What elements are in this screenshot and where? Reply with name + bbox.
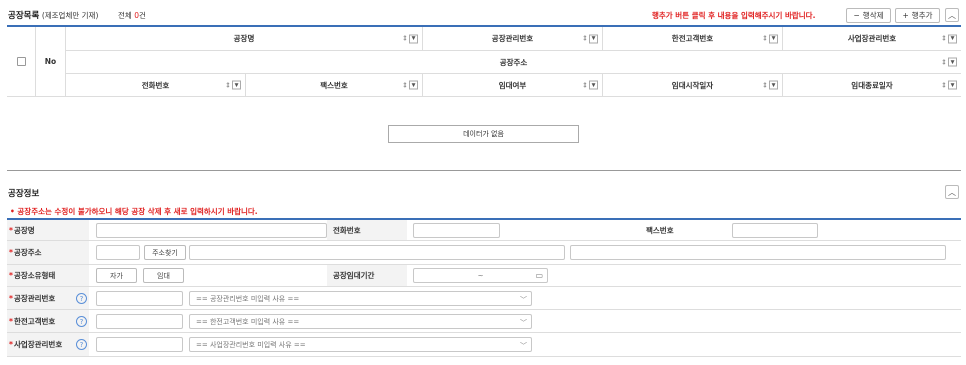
collapse-list-button[interactable]: ︿ <box>945 8 959 22</box>
column-header-fax[interactable]: 팩스번호 ⇕ ▼ <box>245 74 422 97</box>
column-header-phone[interactable]: 전화번호 ⇕ ▼ <box>65 74 245 97</box>
factory-name-input[interactable] <box>96 223 327 238</box>
factory-name-label: * 공장명 <box>7 220 89 240</box>
column-header-no: No <box>35 27 65 97</box>
sort-icon[interactable]: ⇕ ▼ <box>582 34 598 43</box>
chevron-down-icon: ﹀ <box>520 319 527 327</box>
phone-label: 전화번호 <box>327 220 407 240</box>
sort-icon[interactable]: ⇕ ▼ <box>941 57 957 67</box>
column-header-factory-mgmt-no[interactable]: 공장관리번호 ⇕ ▼ <box>422 27 602 51</box>
column-header-address[interactable]: 공장주소 ⇕ ▼ <box>65 51 961 74</box>
phone-input[interactable] <box>413 223 500 238</box>
sort-icon[interactable]: ⇕ ▼ <box>402 80 418 90</box>
factory-info-form: * 공장명 전화번호 팩스번호 * 공장주소 주소찾기 * 공장소유형태 자가 임대 … <box>7 218 961 357</box>
chevron-up-icon: ︿ <box>948 10 956 20</box>
address-label: * 공장주소 <box>7 241 89 264</box>
minus-icon: − <box>853 11 860 20</box>
lease-period-label: 공장임대기간 <box>327 265 407 286</box>
form-row-name: * 공장명 전화번호 팩스번호 <box>7 220 961 241</box>
chevron-down-icon: ﹀ <box>520 296 527 304</box>
chevron-down-icon: ﹀ <box>520 342 527 350</box>
address-notice: • 공장주소는 수정이 불가하오니 해당 공장 삭제 후 새로 입력하시기 바랍… <box>10 207 258 216</box>
address-search-button[interactable]: 주소찾기 <box>144 245 186 260</box>
column-header-lease-status[interactable]: 임대여부 ⇕ ▼ <box>422 74 602 97</box>
calendar-icon[interactable]: ▭ <box>535 271 543 280</box>
ownership-label: * 공장소유형태 <box>7 265 89 286</box>
column-header-kepco-no[interactable]: 한전고객번호 ⇕ ▼ <box>602 27 782 51</box>
list-subtitle: (제조업체만 기재) <box>41 11 99 20</box>
help-icon[interactable]: ? <box>76 293 87 304</box>
address-detail-input[interactable] <box>570 245 946 260</box>
form-row-factory-mgmt-no: * 공장관리번호 ? == 공장관리번호 미입력 사유 == ﹀ <box>7 287 961 310</box>
biz-mgmt-no-reason-select[interactable]: == 사업장관리번호 미입력 사유 == ﹀ <box>189 337 532 352</box>
select-all-checkbox[interactable] <box>16 57 26 66</box>
sort-icon[interactable]: ⇕ ▼ <box>762 34 778 43</box>
section-divider <box>7 170 961 171</box>
add-row-button[interactable]: + 행추가 <box>895 8 940 23</box>
kepco-no-input[interactable] <box>96 314 183 329</box>
factory-mgmt-no-input[interactable] <box>96 291 183 306</box>
help-icon[interactable]: ? <box>76 316 87 327</box>
own-button[interactable]: 자가 <box>96 268 137 283</box>
form-row-address: * 공장주소 주소찾기 <box>7 241 961 265</box>
column-header-factory-name[interactable]: 공장명 ⇕ ▼ <box>65 27 422 51</box>
form-row-biz-mgmt-no: * 사업장관리번호 ? == 사업장관리번호 미입력 사유 == ﹀ <box>7 333 961 357</box>
sort-icon[interactable]: ⇕ ▼ <box>941 80 957 90</box>
column-header-biz-mgmt-no[interactable]: 사업장관리번호 ⇕ ▼ <box>782 27 961 51</box>
empty-message: 데이터가 없음 <box>388 125 579 143</box>
plus-icon: + <box>902 11 909 20</box>
postal-code-input[interactable] <box>96 245 140 260</box>
sort-icon[interactable]: ⇕ ▼ <box>582 80 598 90</box>
chevron-up-icon: ︿ <box>948 187 956 197</box>
delete-row-button[interactable]: − 행삭제 <box>846 8 891 23</box>
factory-mgmt-no-reason-select[interactable]: == 공장관리번호 미입력 사유 == ﹀ <box>189 291 532 306</box>
sort-icon[interactable]: ⇕ ▼ <box>402 34 418 43</box>
list-title: 공장목록 <box>8 11 40 21</box>
lease-period-input[interactable]: ~ ▭ <box>413 268 548 283</box>
sort-icon[interactable]: ⇕ ▼ <box>225 80 241 90</box>
biz-mgmt-no-input[interactable] <box>96 337 183 352</box>
collapse-form-button[interactable]: ︿ <box>945 185 959 199</box>
lease-button[interactable]: 임대 <box>143 268 184 283</box>
address-input[interactable] <box>189 245 565 260</box>
kepco-no-reason-select[interactable]: == 한전고객번호 미입력 사유 == ﹀ <box>189 314 532 329</box>
factory-list-grid: No 공장명 ⇕ ▼ 공장관리번호 ⇕ ▼ 한전고객번호 ⇕ ▼ 사업장관리번호 ⇕ ▼… <box>7 25 961 97</box>
column-header-lease-end[interactable]: 임대종료일자 ⇕ ▼ <box>782 74 961 97</box>
form-row-ownership: * 공장소유형태 자가 임대 공장임대기간 ~ ▭ <box>7 265 961 287</box>
sort-icon[interactable]: ⇕ ▼ <box>941 34 957 43</box>
list-title-group: 공장목록 (제조업체만 기재) <box>8 9 98 21</box>
form-title: 공장정보 <box>8 189 40 199</box>
fax-input[interactable] <box>732 223 818 238</box>
column-header-lease-start[interactable]: 임대시작일자 ⇕ ▼ <box>602 74 782 97</box>
total-count: 전체 0건 <box>118 11 146 20</box>
select-all-cell <box>7 27 35 97</box>
fax-label: 팩스번호 <box>640 220 725 240</box>
add-row-hint: 행추가 버튼 클릭 후 내용을 입력해주시기 바랍니다. <box>652 11 816 20</box>
help-icon[interactable]: ? <box>76 339 87 350</box>
form-row-kepco-no: * 한전고객번호 ? == 한전고객번호 미입력 사유 == ﹀ <box>7 310 961 333</box>
sort-icon[interactable]: ⇕ ▼ <box>762 80 778 90</box>
